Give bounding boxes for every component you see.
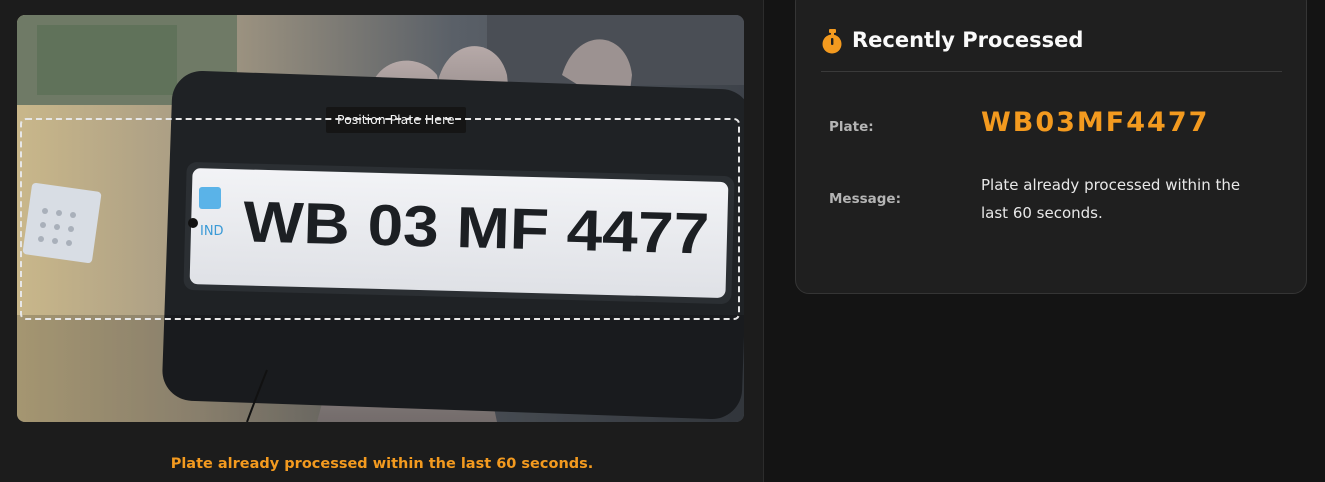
card-title: Recently Processed <box>852 28 1084 52</box>
status-message: Plate already processed within the last … <box>170 456 594 472</box>
plate-value: WB03MF4477 <box>981 107 1210 138</box>
plate-label: Plate: <box>829 119 874 135</box>
card-header: Recently Processed <box>821 28 1282 72</box>
camera-panel: IND WB 03 MF 4477 Position Plate Here Pl… <box>0 0 764 482</box>
stopwatch-icon <box>822 29 842 54</box>
camera-feed: IND WB 03 MF 4477 Position Plate Here <box>17 15 744 422</box>
recently-processed-card: Recently Processed Plate: WB03MF4477 Mes… <box>795 0 1307 294</box>
message-label: Message: <box>829 191 901 207</box>
message-value: Plate already processed within the last … <box>981 176 1241 222</box>
plate-guide-box <box>20 118 740 320</box>
